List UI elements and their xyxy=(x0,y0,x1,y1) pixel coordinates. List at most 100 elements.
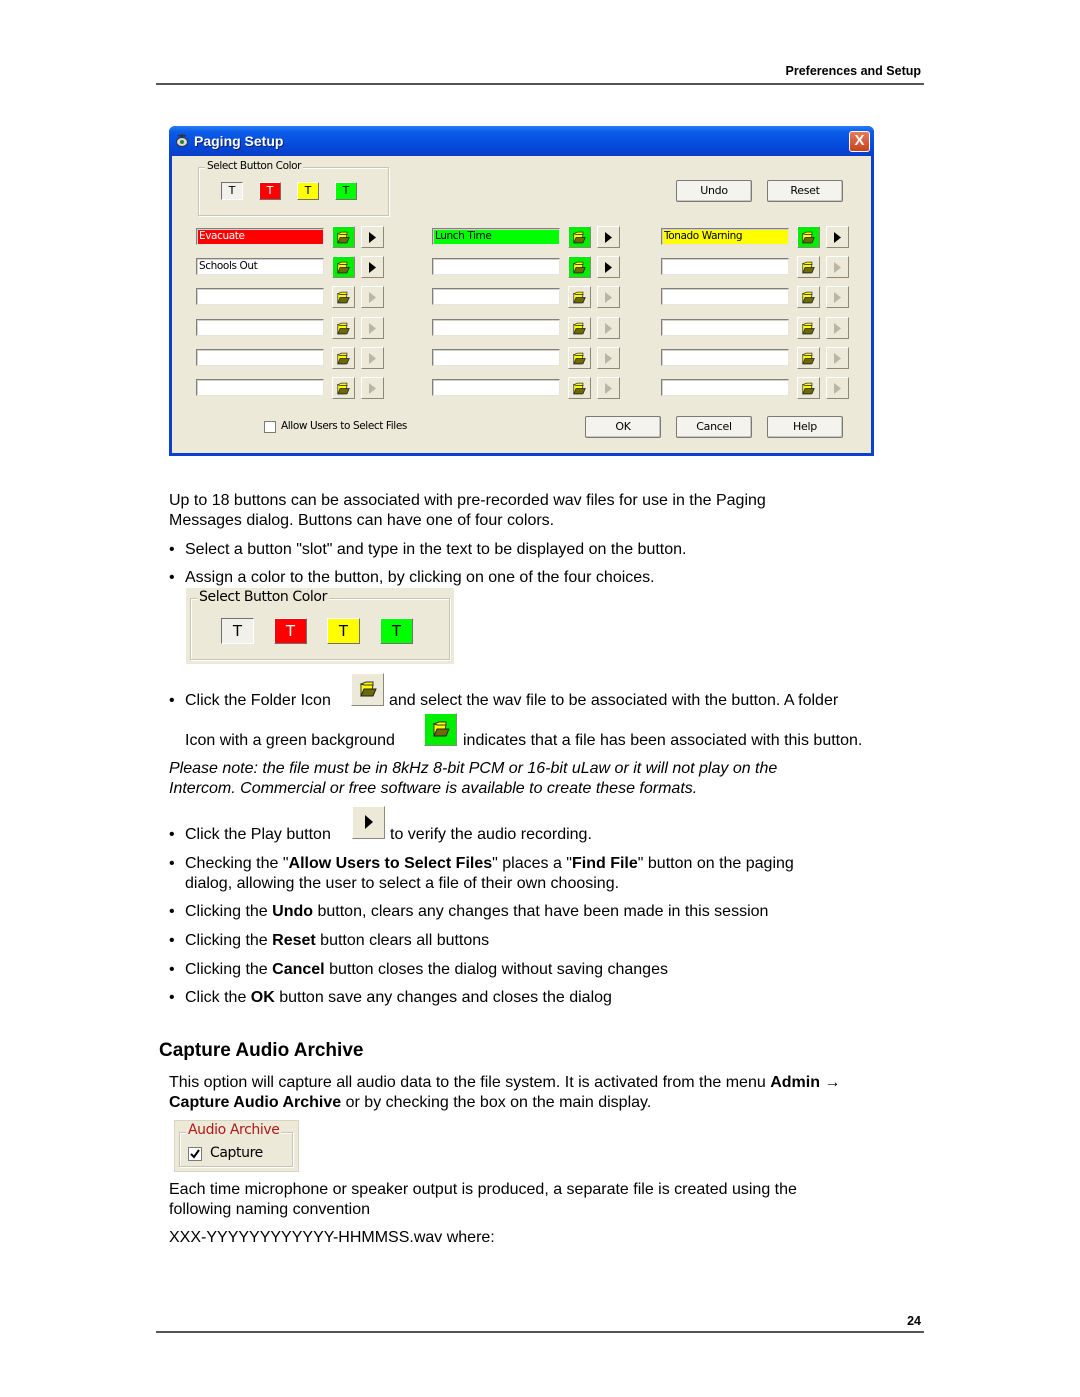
play-button[interactable] xyxy=(597,286,620,308)
color-button-1[interactable]: T xyxy=(274,618,307,644)
folder-button[interactable] xyxy=(332,256,355,278)
folder-icon xyxy=(802,291,815,304)
play-icon xyxy=(834,262,841,273)
reset-button[interactable]: Reset xyxy=(767,180,843,202)
bold-run: Cancel xyxy=(272,961,325,978)
paging-setup-dialog: Paging Setup X Select Button Color TTTT … xyxy=(169,126,874,456)
color-button-2[interactable]: T xyxy=(297,182,319,200)
play-button[interactable] xyxy=(597,256,620,278)
folder-button[interactable] xyxy=(797,226,820,248)
play-button[interactable] xyxy=(597,226,620,248)
slot-text-input[interactable]: Tonado Warning xyxy=(661,228,789,245)
play-button[interactable] xyxy=(597,317,620,339)
slot-text-input[interactable] xyxy=(432,319,560,336)
archive-para-line-2: Capture Audio Archive or by checking the… xyxy=(169,1093,651,1113)
slot-text-input[interactable] xyxy=(196,288,324,305)
slot-text-input[interactable] xyxy=(432,379,560,396)
play-button[interactable] xyxy=(361,226,384,248)
folder-button[interactable] xyxy=(797,286,820,308)
slot-text-input[interactable] xyxy=(196,319,324,336)
slot-text-input[interactable] xyxy=(196,349,324,366)
play-button[interactable] xyxy=(826,317,849,339)
folder-button[interactable] xyxy=(568,347,591,369)
folder-button[interactable] xyxy=(797,347,820,369)
text-run: This option will capture all audio data … xyxy=(169,1074,771,1091)
bullet-glyph: • xyxy=(169,961,175,978)
color-button-3[interactable]: T xyxy=(380,618,413,644)
folder-button[interactable] xyxy=(797,377,820,399)
play-button[interactable] xyxy=(361,286,384,308)
slot-text-input[interactable] xyxy=(432,349,560,366)
slot-text-input[interactable] xyxy=(196,379,324,396)
folder-icon xyxy=(802,231,815,244)
color-button-3[interactable]: T xyxy=(335,182,357,200)
help-button[interactable]: Help xyxy=(767,416,843,438)
audio-archive-figure: Audio Archive Capture xyxy=(174,1120,299,1172)
folder-button-example xyxy=(351,673,384,706)
slot-text-input[interactable] xyxy=(661,288,789,305)
folder-button[interactable] xyxy=(568,286,591,308)
select-button-color-group: Select Button Color TTTT xyxy=(198,160,389,216)
capture-checkbox[interactable] xyxy=(188,1147,202,1161)
play-button[interactable] xyxy=(826,286,849,308)
bold-run: OK xyxy=(250,989,275,1006)
color-button-1[interactable]: T xyxy=(259,182,281,200)
color-button-2[interactable]: T xyxy=(327,618,360,644)
naming-pattern: XXX-YYYYYYYYYYYY-HHMMSS.wav where: xyxy=(169,1229,495,1246)
cancel-button[interactable]: Cancel xyxy=(676,416,752,438)
play-button[interactable] xyxy=(826,347,849,369)
slot-text-input[interactable] xyxy=(432,258,560,275)
play-icon xyxy=(605,292,612,303)
folder-button[interactable] xyxy=(332,317,355,339)
naming-line-2: following naming convention xyxy=(169,1201,371,1218)
slot-text-input[interactable]: Schools Out xyxy=(196,258,324,275)
folder-button[interactable] xyxy=(568,256,591,278)
play-button[interactable] xyxy=(826,226,849,248)
slot-text-input[interactable] xyxy=(661,349,789,366)
folder-icon xyxy=(337,231,350,244)
slot-text-input[interactable]: Lunch Time xyxy=(432,228,560,245)
allow-users-checkbox[interactable] xyxy=(264,421,276,433)
folder-icon xyxy=(573,231,586,244)
slot-text-input[interactable] xyxy=(661,319,789,336)
slot-text-input[interactable] xyxy=(432,288,560,305)
play-button[interactable] xyxy=(361,377,384,399)
folder-button[interactable] xyxy=(797,256,820,278)
folder-button[interactable] xyxy=(568,226,591,248)
undo-button[interactable]: Undo xyxy=(676,180,752,202)
play-button[interactable] xyxy=(361,256,384,278)
color-button-0[interactable]: T xyxy=(221,182,243,200)
group-label: Select Button Color xyxy=(205,160,304,172)
color-button-0[interactable]: T xyxy=(221,618,254,644)
folder-button[interactable] xyxy=(332,347,355,369)
bullet-text: Clicking the Cancel button closes the di… xyxy=(185,960,668,980)
play-button[interactable] xyxy=(597,347,620,369)
slot-text-input[interactable]: Evacuate xyxy=(196,228,324,245)
text-run: " places a " xyxy=(492,855,572,872)
bullet-glyph: • xyxy=(169,903,175,920)
select-button-color-figure: Select Button Color TTTT xyxy=(186,588,454,664)
folder-button[interactable] xyxy=(797,317,820,339)
running-header: Preferences and Setup xyxy=(785,64,921,78)
folder-button[interactable] xyxy=(332,377,355,399)
play-button[interactable] xyxy=(361,317,384,339)
folder-icon xyxy=(337,352,350,365)
play-button[interactable] xyxy=(826,256,849,278)
play-button[interactable] xyxy=(361,347,384,369)
play-button[interactable] xyxy=(597,377,620,399)
folder-button[interactable] xyxy=(568,317,591,339)
text-run: button clears all buttons xyxy=(315,932,490,949)
folder-icon xyxy=(802,382,815,395)
ok-button[interactable]: OK xyxy=(585,416,661,438)
slot-text-input[interactable] xyxy=(661,258,789,275)
folder-button[interactable] xyxy=(332,226,355,248)
play-button[interactable] xyxy=(826,377,849,399)
folder-icon xyxy=(802,261,815,274)
group-label: Select Button Color xyxy=(197,589,329,605)
play-button-example xyxy=(352,806,385,839)
folder-button[interactable] xyxy=(332,286,355,308)
close-button[interactable]: X xyxy=(849,131,870,152)
folder-icon xyxy=(573,261,586,274)
slot-text-input[interactable] xyxy=(661,379,789,396)
folder-button[interactable] xyxy=(568,377,591,399)
